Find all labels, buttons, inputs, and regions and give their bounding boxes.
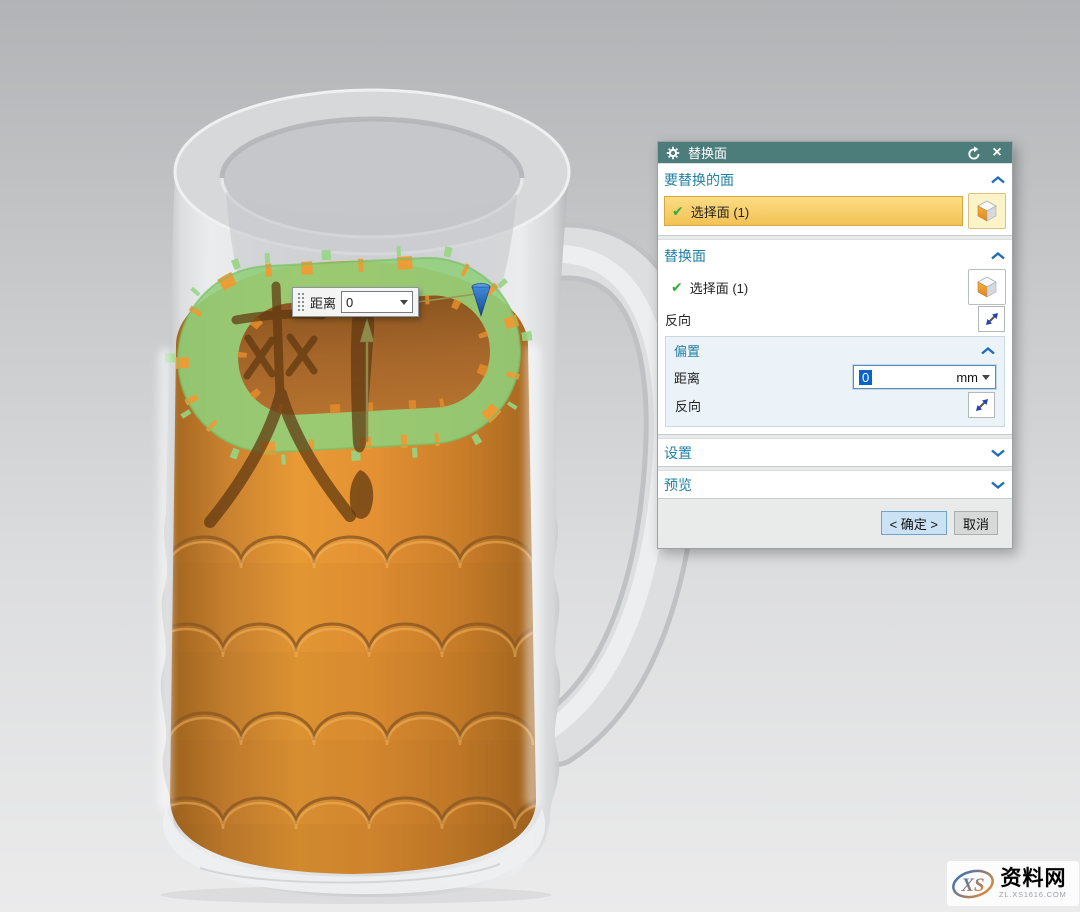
select-face-row-active[interactable]: ✔ 选择面 (1) xyxy=(664,196,963,226)
section-preview: 预览 xyxy=(658,470,1012,499)
replace-face-dialog[interactable]: 替换面 × 要替换的面 ✔ 选择面 (1) xyxy=(657,141,1013,549)
onscreen-distance-value: 0 xyxy=(346,295,353,310)
dialog-titlebar[interactable]: 替换面 × xyxy=(658,142,1012,163)
face-filter-button[interactable] xyxy=(968,193,1006,229)
drag-grip[interactable] xyxy=(296,291,305,313)
watermark-site-name: 资料网 xyxy=(1001,868,1067,889)
preview-header-label: 预览 xyxy=(664,475,692,495)
reverse-direction-label: 反向 xyxy=(665,310,691,329)
face-filter-button[interactable] xyxy=(968,269,1006,305)
check-icon: ✔ xyxy=(671,279,683,296)
distance-input[interactable]: 0 mm xyxy=(853,365,996,389)
offset-group: 偏置 距离 0 mm 反向 xyxy=(665,336,1005,427)
offset-reverse-label: 反向 xyxy=(675,396,701,415)
distance-value-selected: 0 xyxy=(859,370,872,385)
chevron-down-icon[interactable] xyxy=(990,448,1006,458)
watermark-site-url: ZL.XS1616.COM xyxy=(999,891,1067,899)
cancel-button[interactable]: 取消 xyxy=(954,511,998,535)
chevron-down-icon[interactable] xyxy=(990,480,1006,490)
mug-handle[interactable] xyxy=(548,252,673,738)
section-replacement-face: 替换面 ✔ 选择面 (1) 反向 xyxy=(658,239,1012,435)
reverse-direction-button[interactable] xyxy=(978,306,1005,332)
distance-label: 距离 xyxy=(674,368,700,387)
dimple-texture xyxy=(150,537,588,884)
offset-group-header[interactable]: 偏置 xyxy=(674,338,996,363)
select-face-label: 选择面 (1) xyxy=(690,278,749,297)
offset-reverse-button[interactable] xyxy=(968,392,995,418)
chevron-up-icon[interactable] xyxy=(990,175,1006,185)
check-icon: ✔ xyxy=(672,203,684,220)
chevron-up-icon[interactable] xyxy=(990,251,1006,261)
chevron-up-icon[interactable] xyxy=(980,346,996,356)
close-icon[interactable]: × xyxy=(989,145,1005,161)
section-settings: 设置 xyxy=(658,438,1012,467)
dialog-footer: < 确定 > 取消 xyxy=(658,502,1012,548)
select-face-row[interactable]: ✔ 选择面 (1) xyxy=(664,272,963,302)
section-header-label: 要替换的面 xyxy=(664,170,734,190)
reset-icon[interactable] xyxy=(966,145,982,161)
section-header-preview[interactable]: 预览 xyxy=(664,471,1006,498)
unit-label: mm xyxy=(956,370,978,385)
ok-button[interactable]: < 确定 > xyxy=(881,511,947,535)
section-header-replacement-face[interactable]: 替换面 xyxy=(664,242,1006,269)
section-header-settings[interactable]: 设置 xyxy=(664,439,1006,466)
unit-dropdown-caret-icon[interactable] xyxy=(982,375,990,380)
section-header-label: 替换面 xyxy=(664,246,706,266)
select-face-label: 选择面 (1) xyxy=(691,202,750,221)
offset-header-label: 偏置 xyxy=(674,341,700,360)
dialog-title: 替换面 xyxy=(688,143,727,162)
watermark-logo-icon: XS xyxy=(950,866,996,902)
dropdown-caret-icon[interactable] xyxy=(400,300,408,305)
watermark-logo-text: XS xyxy=(960,875,984,896)
onscreen-distance-label: 距离 xyxy=(310,293,336,312)
section-header-faces-to-replace[interactable]: 要替换的面 xyxy=(664,166,1006,193)
onscreen-distance-input[interactable]: 0 xyxy=(341,291,413,313)
gear-icon[interactable] xyxy=(665,145,681,161)
settings-header-label: 设置 xyxy=(664,443,692,463)
section-faces-to-replace: 要替换的面 ✔ 选择面 (1) xyxy=(658,163,1012,236)
watermark: XS 资料网 ZL.XS1616.COM xyxy=(947,861,1079,906)
onscreen-distance-box[interactable]: 距离 0 xyxy=(292,287,419,317)
